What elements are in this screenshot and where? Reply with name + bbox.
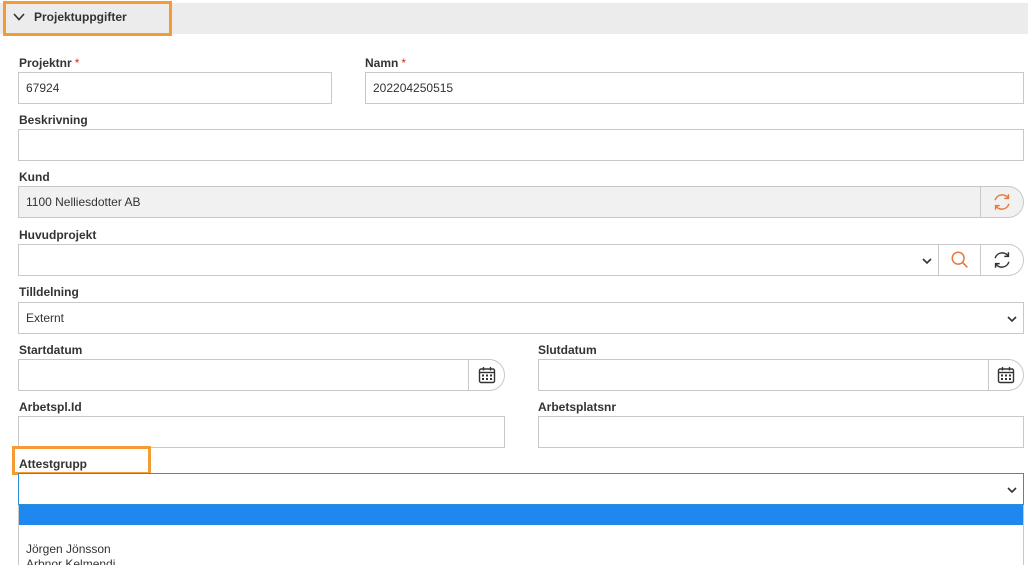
dropdown-spacer — [19, 525, 1023, 542]
beskrivning-input[interactable] — [18, 129, 1024, 161]
tilldelning-value: Externt — [26, 311, 65, 325]
section-toggle[interactable]: Projektuppgifter — [12, 10, 127, 24]
kund-value: 1100 Nelliesdotter AB — [26, 195, 141, 209]
huvudprojekt-refresh-button[interactable] — [980, 244, 1024, 276]
kund-label: Kund — [19, 170, 50, 184]
arbetsplatsnr-label: Arbetsplatsnr — [538, 400, 617, 414]
projektnr-label: Projektnr * — [19, 56, 80, 70]
chevron-down-icon — [922, 258, 932, 265]
dropdown-option[interactable]: Arbnor Kelmendi — [19, 557, 1023, 565]
refresh-icon — [994, 194, 1010, 210]
section-header[interactable]: Projektuppgifter — [0, 0, 1028, 34]
huvudprojekt-select[interactable] — [18, 244, 939, 276]
calendar-icon — [997, 367, 1015, 384]
required-marker: * — [74, 56, 80, 70]
calendar-icon — [478, 367, 495, 384]
tilldelning-select[interactable]: Externt — [18, 302, 1024, 334]
namn-label: Namn * — [365, 56, 407, 70]
chevron-down-icon[interactable] — [12, 10, 26, 24]
chevron-down-icon — [1007, 487, 1017, 494]
arbetspl-id-label: Arbetspl.Id — [19, 400, 82, 414]
projektnr-input[interactable]: 67924 — [18, 72, 332, 104]
tilldelning-label: Tilldelning — [19, 285, 79, 299]
attestgrupp-dropdown-list[interactable]: Jörgen Jönsson Arbnor Kelmendi — [18, 505, 1024, 565]
section-title: Projektuppgifter — [34, 10, 127, 24]
dropdown-option-empty[interactable] — [19, 505, 1023, 525]
page: Projektuppgifter Projektnr * 67924 Namn * … — [0, 0, 1028, 565]
slutdatum-input[interactable] — [538, 359, 989, 391]
namn-input[interactable]: 202204250515 — [365, 72, 1024, 104]
chevron-down-icon — [1007, 316, 1017, 323]
beskrivning-label: Beskrivning — [19, 113, 88, 127]
attestgrupp-label: Attestgrupp — [19, 457, 87, 471]
startdatum-input[interactable] — [18, 359, 469, 391]
projektnr-value: 67924 — [26, 81, 60, 95]
startdatum-calendar-button[interactable] — [468, 359, 505, 391]
dropdown-option[interactable]: Jörgen Jönsson — [19, 542, 1023, 557]
attestgrupp-select[interactable] — [18, 473, 1024, 505]
kund-input[interactable]: 1100 Nelliesdotter AB — [18, 186, 981, 218]
slutdatum-label: Slutdatum — [538, 343, 597, 357]
startdatum-label: Startdatum — [19, 343, 83, 357]
refresh-icon — [994, 252, 1010, 268]
arbetsplatsnr-input[interactable] — [538, 416, 1024, 448]
huvudprojekt-search-button[interactable] — [938, 244, 981, 276]
arbetspl-id-input[interactable] — [18, 416, 505, 448]
search-icon — [950, 251, 968, 268]
huvudprojekt-label: Huvudprojekt — [19, 228, 97, 242]
slutdatum-calendar-button[interactable] — [988, 359, 1024, 391]
namn-value: 202204250515 — [373, 81, 454, 95]
kund-refresh-button[interactable] — [980, 186, 1024, 218]
required-marker: * — [401, 56, 407, 70]
